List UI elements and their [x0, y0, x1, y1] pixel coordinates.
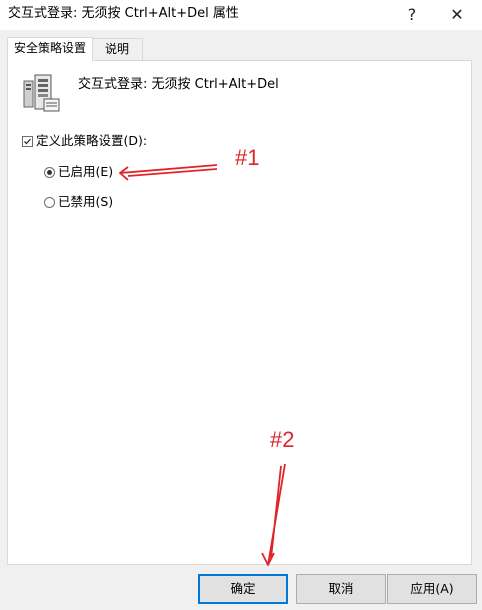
cancel-button[interactable]: 取消 [296, 574, 386, 604]
annotation-arrow-2 [261, 463, 286, 566]
apply-button[interactable]: 应用(A) [387, 574, 477, 604]
annotation-arrow-1 [119, 164, 218, 181]
annotation-arrows [119, 164, 286, 566]
tab-security-policy-setting[interactable]: 安全策略设置 [7, 37, 93, 61]
ok-button[interactable]: 确定 [198, 574, 288, 604]
